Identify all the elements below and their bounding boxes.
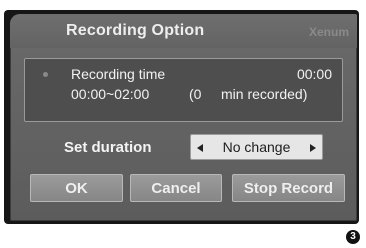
arrow-right-icon[interactable]	[310, 144, 316, 152]
recording-option-dialog: Recording Option Xenum Recording time 00…	[10, 14, 357, 221]
recording-time-value: 00:00	[296, 66, 332, 82]
duration-value: No change	[222, 139, 291, 155]
duration-selector[interactable]: No change	[190, 134, 323, 160]
recording-range: 00:00~02:00	[71, 86, 150, 102]
figure-number-badge: 3	[346, 230, 360, 244]
recording-info-box: Recording time 00:00 00:00~02:00 (0 min …	[24, 58, 343, 122]
stop-record-button[interactable]: Stop Record	[232, 174, 345, 202]
minutes-recorded-count: (0	[189, 86, 202, 102]
ok-button[interactable]: OK	[30, 174, 123, 202]
dialog-hint: Xenum	[308, 25, 349, 39]
set-duration-label: Set duration	[64, 139, 152, 156]
dialog-header: Recording Option Xenum	[10, 14, 357, 48]
dialog-title: Recording Option	[66, 22, 205, 39]
minutes-recorded-label: min recorded)	[221, 86, 308, 102]
recording-time-label: Recording time	[71, 66, 166, 82]
bullet-icon	[43, 72, 48, 77]
cancel-button[interactable]: Cancel	[130, 174, 222, 202]
